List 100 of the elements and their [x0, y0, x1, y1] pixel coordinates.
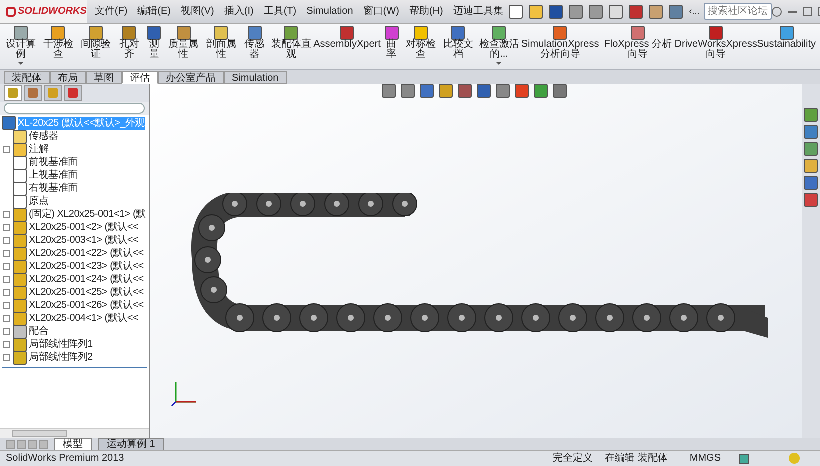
- units-text[interactable]: MMGS: [690, 451, 721, 466]
- expand-icon[interactable]: [3, 146, 10, 153]
- ribbon-tool[interactable]: 装配体直观: [271, 26, 312, 60]
- tree-item[interactable]: 配合: [29, 325, 48, 338]
- command-tab[interactable]: 布局: [50, 71, 86, 84]
- tool-icon: [384, 26, 399, 40]
- command-tab[interactable]: 草图: [86, 71, 122, 84]
- view-tool-icon: [477, 84, 491, 98]
- caret-icon: [496, 62, 502, 65]
- tool-icon: [340, 26, 354, 40]
- tool-icon: [89, 26, 104, 40]
- ribbon-tool[interactable]: 干涉检查: [42, 26, 76, 60]
- ribbon-tool[interactable]: 剖面属性: [204, 26, 238, 60]
- ribbon-tool[interactable]: Sustainability: [757, 26, 816, 50]
- menu-item[interactable]: 迈迪工具集: [453, 4, 504, 19]
- tree-item[interactable]: 原点: [29, 195, 48, 208]
- toolbar-icon: [549, 4, 564, 18]
- tool-icon: [122, 26, 136, 40]
- menu-item[interactable]: 视图(V): [181, 4, 214, 19]
- panel-tab[interactable]: [24, 85, 42, 101]
- status-text: 完全定义: [553, 452, 594, 466]
- tool-icon: [147, 26, 162, 40]
- view-tool-icon: [553, 84, 567, 98]
- tree-item[interactable]: 传感器: [29, 130, 58, 143]
- ribbon-tool[interactable]: AssemblyXpert: [315, 26, 380, 50]
- tree-item[interactable]: 局部线性阵列2: [29, 351, 93, 364]
- tool-icon: [14, 26, 28, 40]
- toolbar-icon: [649, 4, 664, 18]
- minimize-icon[interactable]: [788, 10, 797, 12]
- ribbon-tool[interactable]: FloXpress 分析向导: [601, 26, 676, 60]
- tree-item[interactable]: XL20x25-003<1> (默认<<: [29, 234, 139, 247]
- view-tool-icon: [439, 84, 453, 98]
- ribbon-tool[interactable]: 检查激活的...: [479, 26, 520, 65]
- tree-item[interactable]: (固定) XL20x25-001<1> (默: [29, 208, 146, 221]
- bottom-tab[interactable]: 运动算例 1: [98, 438, 164, 450]
- tree-item[interactable]: 注解: [29, 143, 48, 156]
- menu-item[interactable]: 文件(F): [94, 4, 128, 19]
- ribbon-tool[interactable]: 测量: [146, 26, 163, 60]
- panel-tab[interactable]: [4, 85, 22, 101]
- ribbon-tool[interactable]: 比较文档: [442, 26, 476, 60]
- view-tool-icon: [534, 84, 548, 98]
- tool-icon: [492, 26, 506, 40]
- ribbon-tool[interactable]: 孔对齐: [116, 26, 142, 60]
- view-tool-icon: [515, 84, 529, 98]
- toolbar-icon: [589, 4, 604, 18]
- filter-field[interactable]: [4, 103, 145, 114]
- tree-item[interactable]: XL20x25-001<26> (默认<<: [29, 299, 144, 312]
- maximize-icon[interactable]: [802, 7, 812, 16]
- tree-item[interactable]: 上视基准面: [29, 169, 78, 182]
- tree-item[interactable]: 右视基准面: [29, 182, 78, 195]
- task-pane-icon: [804, 142, 818, 156]
- ribbon-tool[interactable]: 曲率: [383, 26, 400, 60]
- panel-tab[interactable]: [44, 85, 62, 101]
- tree-item[interactable]: XL20x25-001<23> (默认<<: [29, 260, 144, 273]
- panel-tab[interactable]: [64, 85, 82, 101]
- task-pane-icon: [804, 159, 818, 173]
- tool-icon: [780, 26, 794, 40]
- menu-item[interactable]: 工具(T): [264, 4, 297, 19]
- tool-icon: [709, 26, 724, 40]
- ribbon-tool[interactable]: 质量属性: [166, 26, 200, 60]
- menu-item[interactable]: 窗口(W): [363, 4, 400, 19]
- mode-text: 在编辑 装配体: [605, 452, 668, 466]
- toolbar-icon: [529, 4, 544, 18]
- task-pane-icon: [804, 108, 818, 122]
- tree-item[interactable]: 局部线性阵列1: [29, 338, 93, 351]
- search-field[interactable]: 搜索社区论坛: [704, 3, 772, 20]
- view-tool-icon: [458, 84, 472, 98]
- ribbon-tool[interactable]: 间隙验证: [79, 26, 113, 60]
- command-tab[interactable]: Simulation: [224, 71, 287, 84]
- tool-icon: [451, 26, 466, 40]
- toolbar-icon: [509, 4, 524, 18]
- command-tab[interactable]: 评估: [122, 71, 158, 84]
- tree-item[interactable]: XL20x25-001<24> (默认<<: [29, 273, 144, 286]
- tree-item[interactable]: XL20x25-001<25> (默认<<: [29, 286, 144, 299]
- task-pane-icon: [804, 125, 818, 139]
- command-tab[interactable]: 装配体: [4, 71, 50, 84]
- tree-item[interactable]: 前视基准面: [29, 156, 78, 169]
- ribbon-tool[interactable]: 传感器: [242, 26, 268, 60]
- tree-item[interactable]: XL20x25-001<22> (默认<<: [29, 247, 144, 260]
- bottom-tab[interactable]: 模型: [54, 438, 92, 450]
- view-tool-icon: [420, 84, 434, 98]
- menu-item[interactable]: 帮助(H): [409, 4, 444, 19]
- tool-icon: [214, 26, 228, 40]
- tool-icon: [414, 26, 428, 40]
- tool-icon: [284, 26, 298, 40]
- horizontal-scrollbar[interactable]: [12, 430, 67, 437]
- toolbar-overflow[interactable]: ‹...: [689, 4, 700, 18]
- tree-item[interactable]: XL20x25-001<2> (默认<<: [29, 221, 139, 234]
- menu-item[interactable]: 编辑(E): [138, 4, 172, 19]
- toolbar-icon: [629, 4, 644, 18]
- menu-item[interactable]: 插入(I): [224, 4, 254, 19]
- ribbon-tool[interactable]: 设计算例: [4, 26, 38, 65]
- command-tab[interactable]: 办公室产品: [158, 71, 224, 84]
- ribbon-tool[interactable]: SimulationXpress 分析向导: [523, 26, 598, 60]
- toolbar-icon: [609, 4, 624, 18]
- menu-item[interactable]: Simulation: [306, 4, 354, 19]
- ribbon-tool[interactable]: 对称检查: [404, 26, 438, 60]
- tree-item[interactable]: XL20x25-004<1> (默认<<: [29, 312, 139, 325]
- task-pane-icon: [804, 193, 818, 207]
- task-pane-icon: [804, 176, 818, 190]
